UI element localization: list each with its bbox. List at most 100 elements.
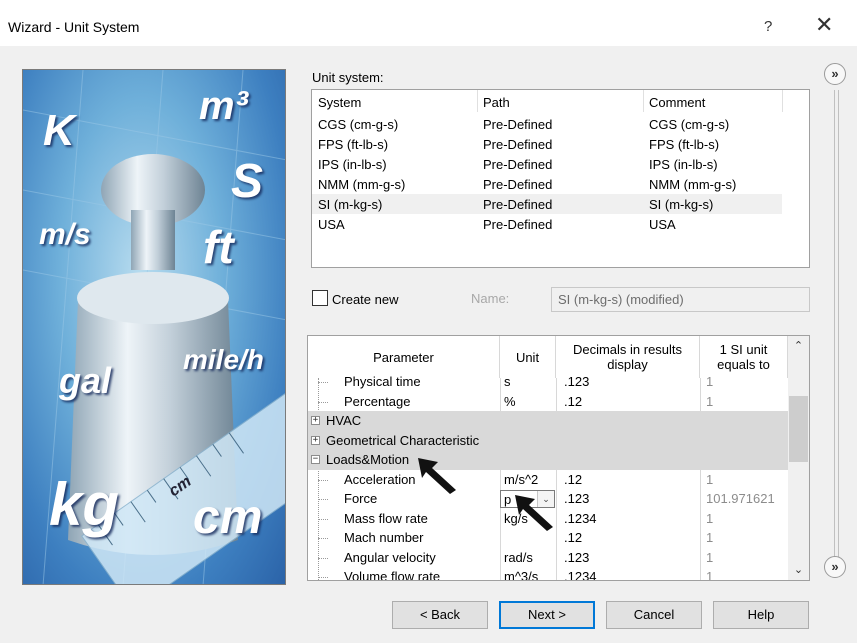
expand-icon[interactable]: + <box>311 435 320 445</box>
parameter-name: Force <box>344 491 378 506</box>
help-icon[interactable]: ? <box>764 18 772 35</box>
hero-word: S <box>231 155 264 208</box>
hero-word: kg <box>49 471 120 538</box>
cancel-button[interactable]: Cancel <box>606 601 702 629</box>
parameter-name: Percentage <box>344 394 411 409</box>
comment-cell: SI (m-kg-s) <box>649 197 714 212</box>
system-cell: SI (m-kg-s) <box>318 197 383 212</box>
parameter-name: Mass flow rate <box>344 510 428 526</box>
group-name: Geometrical Characteristic <box>326 432 480 448</box>
collapse-icon[interactable]: − <box>311 455 320 464</box>
parameter-equals: 1 <box>706 549 714 565</box>
column-header-system[interactable]: System <box>318 95 361 110</box>
table-row-group-geometry[interactable]: + Geometrical Characteristic <box>308 430 788 450</box>
table-row[interactable]: Volume flow rate m^3/s .1234 1 <box>308 567 788 581</box>
parameter-unit[interactable]: rad/s <box>504 550 533 565</box>
list-item-selected[interactable]: SI (m-kg-s) Pre-Defined SI (m-kg-s) <box>312 194 782 214</box>
list-item[interactable]: NMM (mm-g-s) Pre-Defined NMM (mm-g-s) <box>312 174 782 194</box>
parameter-name: Angular velocity <box>344 549 436 565</box>
list-item[interactable]: USA Pre-Defined USA <box>312 214 782 234</box>
parameter-decimals[interactable]: .1234 <box>564 569 597 580</box>
parameter-decimals[interactable]: .123 <box>564 374 589 389</box>
parameter-decimals[interactable]: .12 <box>564 530 582 545</box>
list-header: System Path Comment <box>312 92 782 112</box>
path-cell: Pre-Defined <box>483 217 553 232</box>
parameter-unit[interactable]: s <box>504 374 511 389</box>
parameter-equals: 101.971621 <box>706 491 775 506</box>
unit-system-illustration: K m³ S m/s ft gal mile/h kg cm cm <box>22 69 286 585</box>
parameter-name: Volume flow rate <box>344 569 441 581</box>
collapse-panel-icon[interactable]: » <box>824 63 846 85</box>
table-row[interactable]: Angular velocity rad/s .123 1 <box>308 548 788 568</box>
parameter-decimals[interactable]: .12 <box>564 472 582 487</box>
table-row-group-loads-motion[interactable]: − Loads&Motion <box>308 450 788 470</box>
parameter-decimals[interactable]: .1234 <box>564 511 597 526</box>
window-title: Wizard - Unit System <box>8 19 140 35</box>
hero-word: m³ <box>199 84 248 128</box>
path-cell: Pre-Defined <box>483 157 553 172</box>
list-item[interactable]: IPS (in-lb-s) Pre-Defined IPS (in-lb-s) <box>312 154 782 174</box>
parameter-equals: 1 <box>706 394 714 409</box>
hero-word: mile/h <box>183 344 264 375</box>
system-cell: NMM (mm-g-s) <box>318 177 406 192</box>
hero-word: cm <box>193 491 263 544</box>
scroll-down-icon[interactable]: ⌄ <box>788 560 809 580</box>
next-button[interactable]: Next > <box>499 601 595 629</box>
table-row-group-hvac[interactable]: + HVAC <box>308 411 788 431</box>
path-cell: Pre-Defined <box>483 117 553 132</box>
column-header-comment[interactable]: Comment <box>649 95 705 110</box>
create-new-checkbox[interactable] <box>312 290 328 306</box>
parameter-decimals[interactable]: .123 <box>564 550 589 565</box>
list-item[interactable]: FPS (ft-lb-s) Pre-Defined FPS (ft-lb-s) <box>312 134 782 154</box>
scroll-up-icon[interactable]: ⌃ <box>788 336 809 356</box>
expand-icon[interactable]: + <box>311 416 320 425</box>
list-item[interactable]: CGS (cm-g-s) Pre-Defined CGS (cm-g-s) <box>312 114 782 134</box>
comment-cell: IPS (in-lb-s) <box>649 157 718 172</box>
name-label: Name: <box>471 291 510 306</box>
comment-cell: FPS (ft-lb-s) <box>649 137 720 152</box>
parameter-equals: 1 <box>706 374 714 389</box>
comment-cell: USA <box>649 217 676 232</box>
parameter-name: Acceleration <box>344 471 416 487</box>
name-field[interactable]: SI (m-kg-s) (modified) <box>551 287 810 312</box>
table-row[interactable]: Physical time s .123 1 <box>308 372 788 392</box>
system-cell: IPS (in-lb-s) <box>318 157 387 172</box>
parameter-unit[interactable]: m^3/s <box>504 569 538 580</box>
scrollbar-thumb[interactable] <box>789 396 808 462</box>
path-cell: Pre-Defined <box>483 197 553 212</box>
dropdown-value: p <box>504 492 512 507</box>
title-bar: Wizard - Unit System ? ✕ <box>0 0 857 46</box>
parameter-unit[interactable]: m/s^2 <box>504 472 538 487</box>
parameter-name: Mach number <box>344 530 424 545</box>
group-name: HVAC <box>326 413 362 428</box>
parameter-equals: 1 <box>706 569 714 581</box>
group-name: Loads&Motion <box>326 452 410 467</box>
create-new-label[interactable]: Create new <box>332 292 398 307</box>
hero-word: ft <box>203 221 234 273</box>
path-cell: Pre-Defined <box>483 137 553 152</box>
path-cell: Pre-Defined <box>483 177 553 192</box>
parameter-name: Physical time <box>344 374 421 389</box>
close-icon[interactable]: ✕ <box>815 12 833 38</box>
table-row[interactable]: Percentage % .12 1 <box>308 392 788 412</box>
grid-scrollbar[interactable]: ⌃ ⌄ <box>788 336 809 580</box>
back-button[interactable]: < Back <box>392 601 488 629</box>
expand-panel-icon[interactable]: » <box>824 556 846 578</box>
parameter-equals: 1 <box>706 510 714 526</box>
parameter-equals: 1 <box>706 530 714 545</box>
parameter-equals: 1 <box>706 471 714 487</box>
help-button[interactable]: Help <box>713 601 809 629</box>
column-header-path[interactable]: Path <box>483 95 510 110</box>
unit-system-label: Unit system: <box>312 70 384 85</box>
annotation-arrow-icon <box>515 495 553 531</box>
system-cell: USA <box>318 217 345 232</box>
table-row[interactable]: Acceleration m/s^2 .12 1 <box>308 470 788 490</box>
parameter-unit[interactable]: % <box>504 394 516 409</box>
system-cell: CGS (cm-g-s) <box>318 117 399 132</box>
parameter-decimals[interactable]: .12 <box>564 394 582 409</box>
parameter-decimals[interactable]: .123 <box>564 491 589 506</box>
parameters-grid[interactable]: Parameter Unit Decimals in results displ… <box>307 335 810 581</box>
unit-system-list[interactable]: System Path Comment CGS (cm-g-s) Pre-Def… <box>311 89 810 268</box>
system-cell: FPS (ft-lb-s) <box>318 137 389 152</box>
hero-word: m/s <box>39 218 91 251</box>
